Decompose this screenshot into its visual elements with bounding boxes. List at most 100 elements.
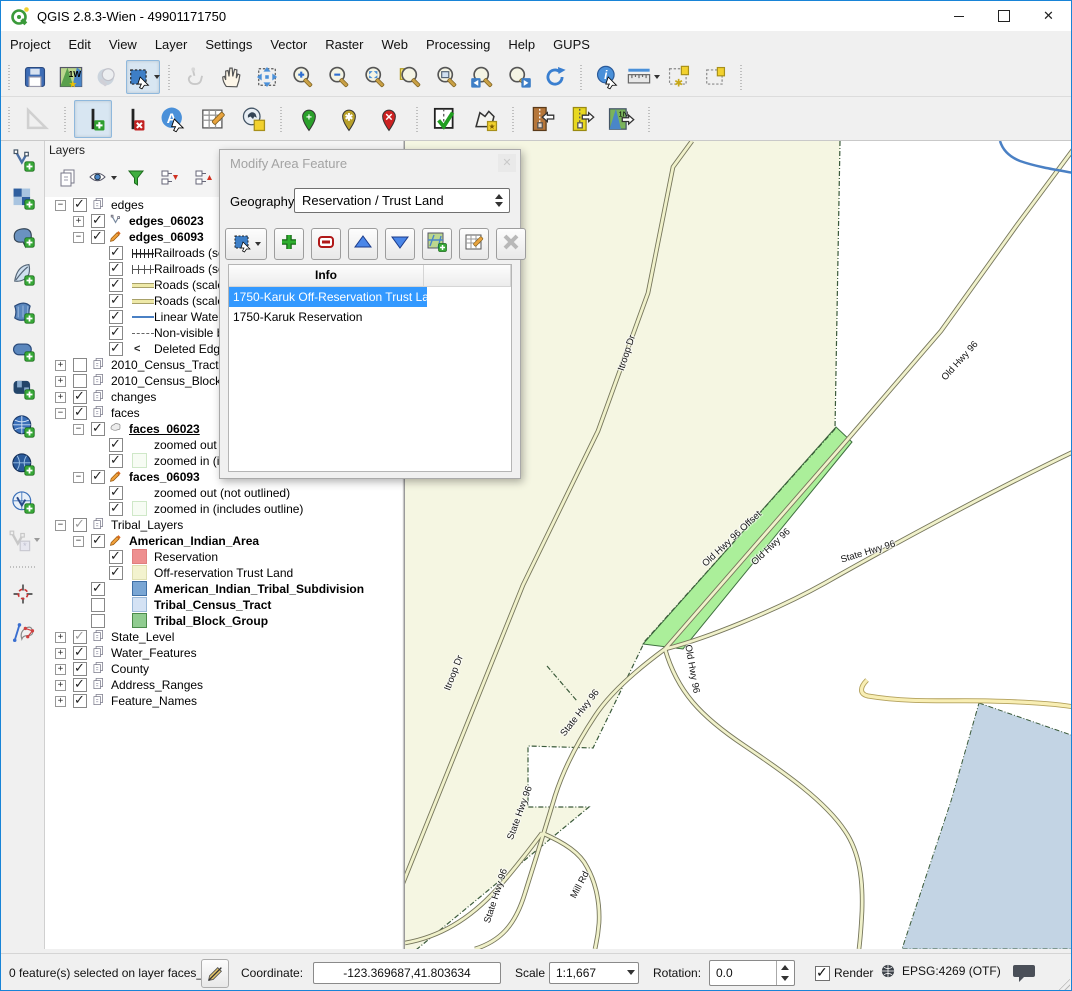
- layer-label[interactable]: faces: [111, 406, 140, 420]
- layer-visibility-checkbox[interactable]: [91, 582, 105, 596]
- layer-visibility-checkbox[interactable]: [109, 310, 123, 324]
- crs-status-button[interactable]: EPSG:4269 (OTF): [879, 962, 1001, 980]
- tree-expander[interactable]: +: [55, 648, 66, 659]
- dialog-close-icon[interactable]: ✕: [498, 154, 516, 172]
- tree-expander[interactable]: −: [55, 200, 66, 211]
- highlight-feature-button[interactable]: [5, 577, 41, 611]
- info-table-row[interactable]: 1750-Karuk Reservation: [229, 307, 511, 327]
- layer-label[interactable]: Address_Ranges: [111, 678, 203, 692]
- layer-visibility-checkbox[interactable]: [73, 374, 87, 388]
- tree-expander[interactable]: −: [73, 472, 84, 483]
- layer-label[interactable]: zoomed out (: [154, 438, 224, 452]
- export-zip-button[interactable]: [562, 100, 600, 138]
- layer-visibility-checkbox[interactable]: [91, 598, 105, 612]
- layer-label[interactable]: Railroads (sc: [154, 262, 224, 276]
- layer-visibility-checkbox[interactable]: [109, 294, 123, 308]
- import-zip-button[interactable]: [522, 100, 560, 138]
- layer-label[interactable]: Railroads (sc: [154, 246, 224, 260]
- layer-tree-row[interactable]: + Water_Features: [45, 645, 402, 661]
- layer-label[interactable]: edges_06023: [129, 214, 204, 228]
- layer-tree-row[interactable]: Reservation: [45, 549, 402, 565]
- layer-tree-row[interactable]: + County: [45, 661, 402, 677]
- layer-tree-row[interactable]: −Tribal_Layers: [45, 517, 402, 533]
- zoom-selection-button[interactable]: [394, 60, 428, 94]
- tree-expander[interactable]: −: [73, 232, 84, 243]
- layer-tree-row[interactable]: + Address_Ranges: [45, 677, 402, 693]
- layer-label[interactable]: changes: [111, 390, 156, 404]
- tree-expander[interactable]: +: [55, 664, 66, 675]
- tree-expander[interactable]: −: [55, 408, 66, 419]
- touch-button[interactable]: [178, 60, 212, 94]
- measure-button[interactable]: [626, 60, 660, 94]
- area-feature-tool-button[interactable]: ★: [466, 100, 504, 138]
- layer-label[interactable]: Deleted Edge: [154, 342, 227, 356]
- tree-expander[interactable]: +: [55, 680, 66, 691]
- move-down-button[interactable]: [385, 228, 415, 260]
- scale-combobox[interactable]: 1:1,667: [549, 962, 639, 984]
- layer-label[interactable]: edges: [111, 198, 144, 212]
- zoom-in-button[interactable]: [286, 60, 320, 94]
- tracking-toggle-button[interactable]: [201, 959, 229, 988]
- menu-gups[interactable]: GUPS: [544, 33, 599, 56]
- layer-visibility-checkbox[interactable]: [73, 198, 87, 212]
- layer-visibility-checkbox[interactable]: [73, 646, 87, 660]
- coordinate-input[interactable]: -123.369687,41.803634: [313, 962, 501, 984]
- set-square-button[interactable]: [18, 100, 56, 138]
- add-wfs-layer-button[interactable]: [5, 485, 41, 519]
- new-shapefile-layer-button[interactable]: *: [5, 523, 41, 557]
- layer-tree-row[interactable]: Off-reservation Trust Land: [45, 565, 402, 581]
- layer-visibility-checkbox[interactable]: [109, 454, 123, 468]
- layer-visibility-checkbox[interactable]: [73, 662, 87, 676]
- open-attribute-table-button[interactable]: [459, 228, 489, 260]
- menu-view[interactable]: View: [100, 33, 146, 56]
- minimize-button[interactable]: [936, 1, 981, 31]
- layer-tree-row[interactable]: Tribal_Census_Tract: [45, 597, 402, 613]
- layer-label[interactable]: Roads (scale: [154, 278, 224, 292]
- maximize-button[interactable]: [981, 1, 1026, 31]
- layer-visibility-checkbox[interactable]: [109, 262, 123, 276]
- layer-tree-row[interactable]: zoomed out (not outlined): [45, 485, 402, 501]
- layer-label[interactable]: County: [111, 662, 149, 676]
- spinner-buttons[interactable]: [776, 961, 794, 985]
- layer-visibility-checkbox[interactable]: [73, 630, 87, 644]
- add-line-feature-button[interactable]: [74, 100, 112, 138]
- layer-visibility-checkbox[interactable]: [109, 438, 123, 452]
- render-checkbox[interactable]: [815, 966, 830, 981]
- remove-area-button[interactable]: [311, 228, 341, 260]
- tree-expander[interactable]: +: [55, 376, 66, 387]
- layer-label[interactable]: Tribal_Census_Tract: [154, 598, 271, 612]
- add-postgis-layer-button[interactable]: [5, 219, 41, 253]
- layer-label[interactable]: Reservation: [154, 550, 218, 564]
- layer-visibility-checkbox[interactable]: [109, 326, 123, 340]
- layer-label[interactable]: Water_Features: [111, 646, 197, 660]
- layer-visibility-checkbox[interactable]: [73, 518, 87, 532]
- layer-label[interactable]: zoomed in (in: [154, 454, 226, 468]
- layer-tree-row[interactable]: −American_Indian_Area: [45, 533, 402, 549]
- messages-button[interactable]: [1011, 963, 1039, 983]
- layer-label[interactable]: zoomed out (not outlined): [154, 486, 290, 500]
- collapse-tree-button[interactable]: [188, 163, 220, 193]
- layer-visibility-checkbox[interactable]: [91, 534, 105, 548]
- add-wcs-layer-button[interactable]: [5, 447, 41, 481]
- layer-visibility-checkbox[interactable]: [73, 694, 87, 708]
- menu-processing[interactable]: Processing: [417, 33, 499, 56]
- zoom-full-button[interactable]: [358, 60, 392, 94]
- tree-expander[interactable]: −: [73, 536, 84, 547]
- layer-label[interactable]: faces_06093: [129, 470, 200, 484]
- menu-layer[interactable]: Layer: [146, 33, 197, 56]
- add-point-feature-button[interactable]: +: [290, 100, 328, 138]
- tree-expander[interactable]: +: [73, 216, 84, 227]
- layer-visibility-checkbox[interactable]: [109, 278, 123, 292]
- layer-label[interactable]: Roads (scale: [154, 294, 224, 308]
- menu-settings[interactable]: Settings: [196, 33, 261, 56]
- geography-combobox[interactable]: Reservation / Trust Land: [294, 188, 510, 213]
- layer-visibility-checkbox[interactable]: [109, 550, 123, 564]
- add-oracle-layer-button[interactable]: [5, 333, 41, 367]
- rotation-spinbox[interactable]: 0.0: [709, 960, 795, 986]
- identify-button[interactable]: i: [590, 60, 624, 94]
- layer-tree-row[interactable]: zoomed in (includes outline): [45, 501, 402, 517]
- tree-expander[interactable]: +: [55, 360, 66, 371]
- layer-visibility-checkbox[interactable]: [109, 502, 123, 516]
- menu-project[interactable]: Project: [1, 33, 59, 56]
- layer-visibility-checkbox[interactable]: [91, 470, 105, 484]
